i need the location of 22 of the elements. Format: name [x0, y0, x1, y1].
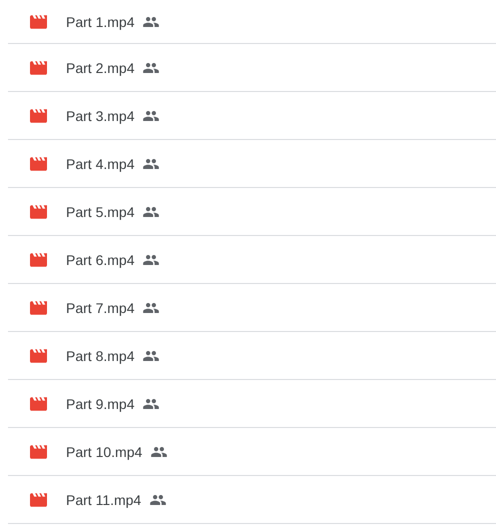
video-file-icon: [30, 108, 47, 122]
video-file-icon: [30, 60, 47, 74]
video-file-icon: [30, 300, 47, 314]
video-file-icon: [30, 396, 47, 410]
file-name[interactable]: Part 11.mp4: [66, 492, 142, 508]
file-name[interactable]: Part 10.mp4: [66, 444, 142, 460]
video-file-icon: [30, 444, 47, 458]
file-name[interactable]: Part 5.mp4: [66, 204, 134, 220]
file-name[interactable]: Part 9.mp4: [66, 396, 134, 412]
video-file-icon: [30, 348, 47, 362]
file-name[interactable]: Part 6.mp4: [66, 252, 134, 268]
file-name[interactable]: Part 7.mp4: [66, 300, 134, 316]
video-file-icon: [30, 204, 47, 218]
file-name[interactable]: Part 2.mp4: [66, 60, 134, 76]
file-name[interactable]: Part 3.mp4: [66, 108, 134, 124]
file-name[interactable]: Part 1.mp4: [66, 14, 134, 30]
file-name[interactable]: Part 4.mp4: [66, 156, 134, 172]
video-file-icon: [30, 156, 47, 170]
file-name[interactable]: Part 8.mp4: [66, 348, 134, 364]
video-file-icon: [30, 14, 47, 28]
video-file-icon: [30, 252, 47, 266]
video-file-icon: [30, 492, 47, 506]
